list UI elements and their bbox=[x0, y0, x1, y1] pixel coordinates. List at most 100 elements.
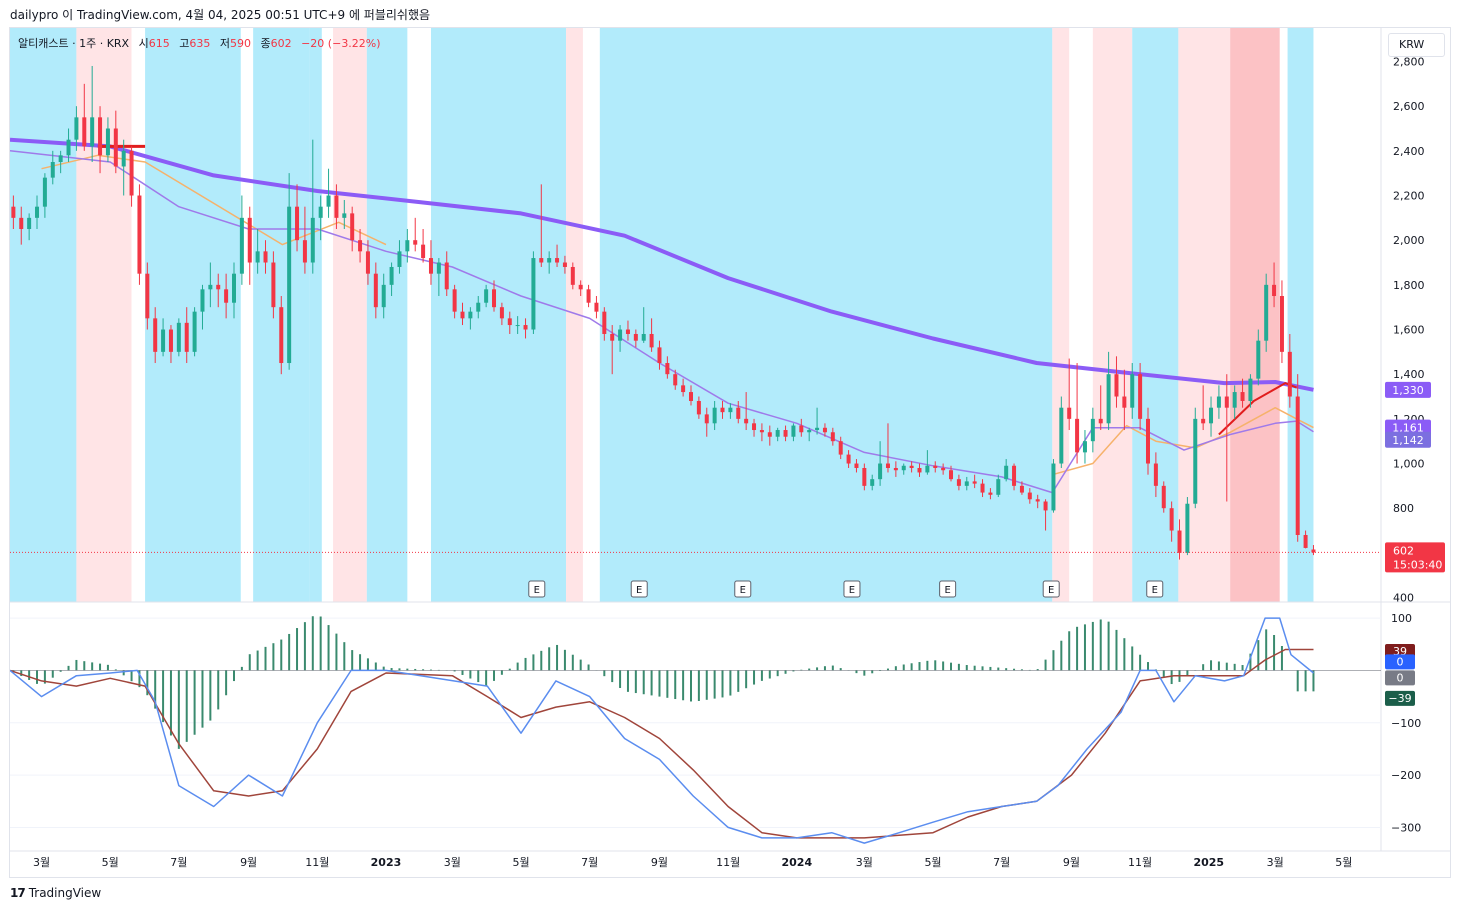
candle-body bbox=[1114, 374, 1119, 397]
candle-body bbox=[1075, 418, 1080, 453]
candle-body bbox=[1193, 418, 1198, 504]
candle-body bbox=[492, 289, 497, 308]
candle-body bbox=[74, 117, 79, 140]
candle-body bbox=[153, 318, 158, 352]
candle-body bbox=[752, 423, 757, 431]
time-axis-label: 5월 bbox=[102, 856, 119, 869]
high-label: 고 bbox=[179, 37, 190, 50]
candle-body bbox=[184, 322, 189, 352]
currency-button[interactable]: KRW bbox=[1388, 33, 1445, 57]
candle-body bbox=[996, 479, 1001, 495]
candle-body bbox=[247, 217, 252, 263]
candle-body bbox=[657, 347, 662, 364]
candle-body bbox=[909, 465, 914, 468]
time-axis-label: 2023 bbox=[371, 856, 402, 869]
candle-body bbox=[578, 284, 583, 290]
last-price-countdown: 15:03:40 bbox=[1393, 558, 1442, 571]
candle-body bbox=[1090, 418, 1095, 442]
candle-body bbox=[113, 128, 118, 167]
candle-body bbox=[413, 240, 418, 245]
candle-body bbox=[1224, 396, 1229, 408]
candle-body bbox=[271, 262, 276, 308]
candle-body bbox=[35, 206, 40, 218]
candle-body bbox=[744, 418, 749, 424]
symbol-title[interactable]: 알티캐스트 · 1주 · KRX bbox=[18, 37, 129, 50]
candle-body bbox=[933, 465, 938, 468]
candle-body bbox=[460, 311, 465, 319]
candle-body bbox=[200, 289, 205, 312]
earnings-marker-label: E bbox=[944, 585, 950, 596]
candle-body bbox=[137, 195, 142, 274]
candle-body bbox=[759, 430, 764, 433]
candle-body bbox=[1035, 499, 1040, 502]
open-label: 시 bbox=[138, 37, 149, 50]
candle-body bbox=[917, 467, 922, 473]
candle-body bbox=[901, 465, 906, 471]
candle-body bbox=[66, 139, 71, 156]
candle-body bbox=[1161, 485, 1166, 509]
time-axis-label: 9월 bbox=[651, 856, 668, 869]
candle-body bbox=[208, 284, 213, 290]
tradingview-brand: TradingView bbox=[28, 886, 102, 900]
time-axis-label: 3월 bbox=[444, 856, 461, 869]
time-axis-label: 7월 bbox=[993, 856, 1010, 869]
candle-body bbox=[964, 481, 969, 486]
time-axis-label: 2024 bbox=[781, 856, 812, 869]
time-axis-label: 9월 bbox=[240, 856, 257, 869]
earnings-marker-label: E bbox=[636, 585, 642, 596]
tradingview-logo[interactable]: 17 TradingView bbox=[10, 886, 101, 900]
candle-body bbox=[405, 240, 410, 252]
candle-body bbox=[720, 407, 725, 413]
candle-body bbox=[728, 407, 733, 413]
candle-body bbox=[287, 206, 292, 364]
candle-body bbox=[161, 329, 166, 352]
tradingview-logo-icon: 17 bbox=[10, 886, 26, 900]
candle-body bbox=[1130, 374, 1135, 408]
background-band bbox=[10, 28, 77, 602]
candle-body bbox=[499, 307, 504, 319]
earnings-marker-label: E bbox=[1048, 585, 1054, 596]
candle-body bbox=[239, 217, 244, 274]
candle-body bbox=[27, 217, 32, 230]
candle-body bbox=[641, 333, 646, 341]
candle-body bbox=[1201, 418, 1206, 424]
price-chart[interactable]: 2,800 2,600 2,400 2,200 2,000 1,800 1,600 1,400… bbox=[10, 28, 1450, 877]
candle-body bbox=[310, 217, 315, 263]
time-axis-label: 5월 bbox=[512, 856, 529, 869]
candle-body bbox=[1272, 284, 1277, 297]
candle-body bbox=[531, 258, 536, 330]
candle-body bbox=[1169, 508, 1174, 531]
candle-body bbox=[515, 325, 520, 327]
background-band bbox=[430, 28, 567, 602]
candle-body bbox=[980, 483, 985, 493]
candle-body bbox=[1185, 503, 1190, 553]
candle-body bbox=[105, 128, 110, 156]
candle-body bbox=[633, 333, 638, 341]
candle-body bbox=[562, 262, 567, 267]
macd-value-badge-label: 0 bbox=[1397, 655, 1404, 668]
candle-body bbox=[428, 258, 433, 274]
candle-body bbox=[11, 206, 16, 218]
candle-body bbox=[736, 407, 741, 419]
candle-body bbox=[1138, 374, 1143, 419]
candle-body bbox=[389, 266, 394, 285]
last-price-badge-label: 602 bbox=[1393, 544, 1414, 557]
candle-body bbox=[1004, 465, 1009, 480]
symbol-legend[interactable]: 알티캐스트 · 1주 · KRX 시615 고635 저590 종602 −20… bbox=[18, 35, 381, 51]
candle-body bbox=[949, 470, 954, 480]
candle-body bbox=[326, 195, 331, 207]
candle-body bbox=[570, 266, 575, 285]
candle-body bbox=[767, 432, 772, 437]
high-value: 635 bbox=[189, 37, 211, 50]
candle-body bbox=[295, 206, 300, 241]
candle-body bbox=[1177, 530, 1182, 553]
candle-body bbox=[1209, 407, 1214, 424]
candle-body bbox=[878, 463, 883, 480]
candle-body bbox=[444, 262, 449, 290]
candle-body bbox=[1106, 374, 1111, 424]
low-value: 590 bbox=[229, 37, 251, 50]
candle-body bbox=[586, 289, 591, 303]
candle-body bbox=[610, 333, 615, 341]
candle-body bbox=[988, 492, 993, 495]
candle-body bbox=[1051, 463, 1056, 511]
